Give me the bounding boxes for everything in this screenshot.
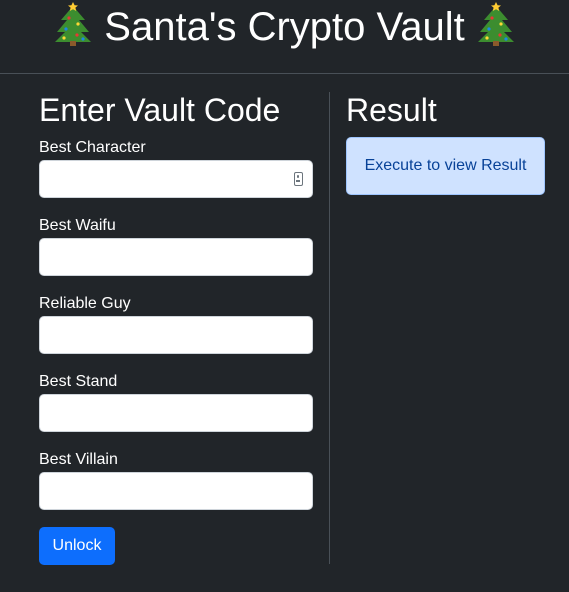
contact-card-icon[interactable] bbox=[294, 172, 303, 186]
unlock-button[interactable]: Unlock bbox=[39, 527, 115, 565]
page-title: Santa's Crypto Vault bbox=[104, 5, 465, 49]
page-title-row: Santa's Crypto Vault bbox=[0, 2, 569, 51]
field-best-character: Best Character bbox=[39, 138, 313, 198]
vault-code-form: Enter Vault Code Best Character Best Wai… bbox=[39, 88, 313, 565]
column-divider bbox=[329, 92, 330, 564]
reliable-guy-input[interactable] bbox=[39, 316, 313, 354]
best-waifu-input[interactable] bbox=[39, 238, 313, 276]
field-best-villain: Best Villain bbox=[39, 450, 313, 510]
field-best-waifu: Best Waifu bbox=[39, 216, 313, 276]
best-villain-input[interactable] bbox=[39, 472, 313, 510]
field-label: Best Waifu bbox=[39, 217, 116, 234]
field-best-stand: Best Stand bbox=[39, 372, 313, 432]
best-character-input[interactable] bbox=[39, 160, 313, 198]
field-label: Best Villain bbox=[39, 451, 118, 468]
result-heading: Result bbox=[346, 92, 437, 128]
result-alert: Execute to view Result bbox=[346, 137, 545, 195]
field-label: Reliable Guy bbox=[39, 295, 131, 312]
field-label: Best Character bbox=[39, 139, 146, 156]
result-panel: Result Execute to view Result bbox=[346, 88, 545, 195]
field-reliable-guy: Reliable Guy bbox=[39, 294, 313, 354]
page: Santa's Crypto Vault Enter Vault Code Be… bbox=[0, 0, 569, 592]
field-label: Best Stand bbox=[39, 373, 118, 390]
header: Santa's Crypto Vault bbox=[0, 0, 569, 74]
christmas-tree-icon bbox=[477, 2, 514, 46]
form-heading: Enter Vault Code bbox=[39, 92, 281, 128]
best-stand-input[interactable] bbox=[39, 394, 313, 432]
christmas-tree-icon bbox=[55, 2, 92, 46]
